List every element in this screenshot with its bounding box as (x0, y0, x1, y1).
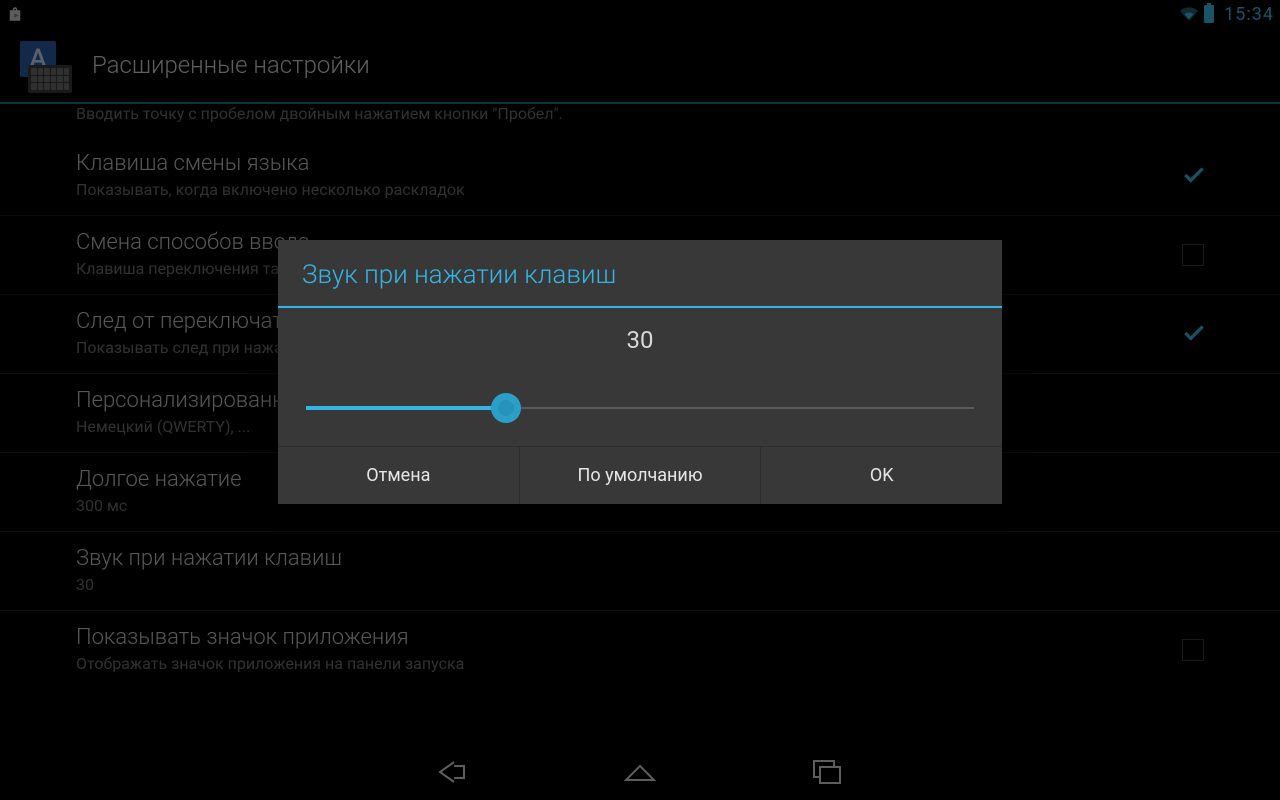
ok-button[interactable]: OK (761, 447, 1002, 504)
dialog-title: Звук при нажатии клавиш (278, 240, 1002, 306)
slider-fill (306, 406, 506, 410)
dialog-button-bar: Отмена По умолчанию OK (278, 446, 1002, 504)
cancel-button[interactable]: Отмена (278, 447, 520, 504)
keypress-sound-dialog: Звук при нажатии клавиш 30 Отмена По умо… (278, 240, 1002, 504)
slider-value-label: 30 (306, 326, 974, 354)
default-button[interactable]: По умолчанию (520, 447, 762, 504)
volume-slider[interactable] (306, 396, 974, 420)
slider-thumb[interactable] (491, 393, 521, 423)
